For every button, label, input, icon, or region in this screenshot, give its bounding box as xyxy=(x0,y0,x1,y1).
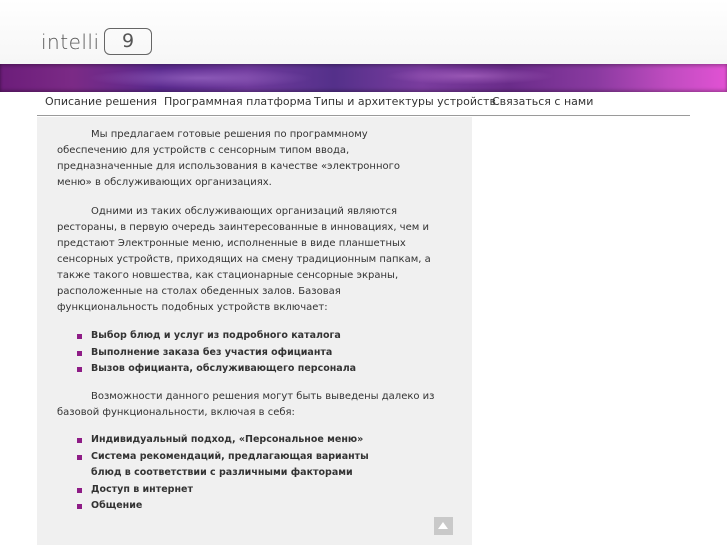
scroll-to-top-button[interactable] xyxy=(434,517,453,535)
main-nav: Описание решения Программная платформа Т… xyxy=(37,93,690,116)
content-panel: Мы предлагаем готовые решения по програм… xyxy=(37,117,472,545)
description-paragraph: Одними из таких обслуживающих организаци… xyxy=(57,206,431,313)
decorative-banner xyxy=(0,64,727,92)
list-item: Выполнение заказа без участия официанта xyxy=(77,345,397,362)
bullet-icon xyxy=(77,334,82,339)
list-item: Выбор блюд и услуг из подробного каталог… xyxy=(77,328,397,345)
bullet-icon xyxy=(77,454,82,460)
intro-paragraph: Мы предлагаем готовые решения по програм… xyxy=(57,129,400,188)
extended-paragraph: Возможности данного решения могут быть в… xyxy=(57,391,435,418)
nav-item-platform[interactable]: Программная платформа xyxy=(164,95,312,108)
extended-features-list: Индивидуальный подход, «Персональное мен… xyxy=(77,432,397,515)
list-item: Индивидуальный подход, «Персональное мен… xyxy=(77,432,397,449)
nav-item-description[interactable]: Описание решения xyxy=(45,95,157,108)
list-item: Общение xyxy=(77,498,397,515)
site-header: intelli 9 xyxy=(0,0,727,64)
bullet-icon xyxy=(77,350,82,356)
nav-item-devices[interactable]: Типы и архитектуры устройств xyxy=(314,95,496,108)
logo-text[interactable]: intelli xyxy=(41,30,100,54)
triangle-up-icon xyxy=(438,522,448,529)
list-item: Система рекомендаций, предлагающая вариа… xyxy=(77,449,381,482)
bullet-icon xyxy=(77,367,82,372)
logo-badge[interactable]: 9 xyxy=(104,28,152,55)
bullet-icon xyxy=(77,504,82,509)
bullet-icon xyxy=(77,487,82,493)
basic-features-list: Выбор блюд и услуг из подробного каталог… xyxy=(77,328,397,378)
nav-item-contact[interactable]: Связаться с нами xyxy=(492,95,593,108)
list-item: Доступ в интернет xyxy=(77,482,397,499)
bullet-icon xyxy=(77,438,82,443)
list-item: Вызов официанта, обслуживающего персонал… xyxy=(77,361,397,378)
